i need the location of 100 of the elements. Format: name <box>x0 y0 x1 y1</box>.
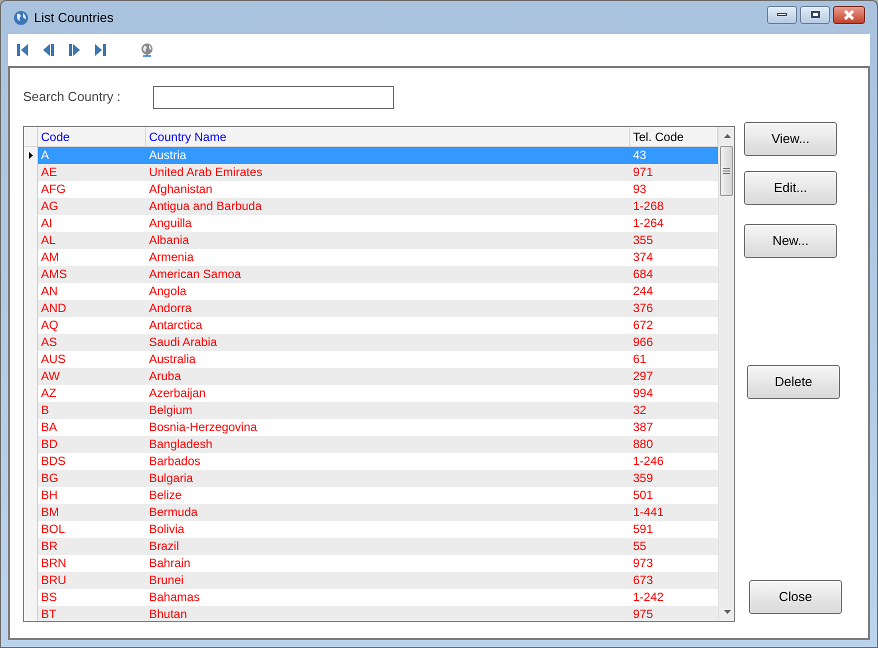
table-cell-text: AE <box>40 164 58 181</box>
minimize-button[interactable] <box>767 6 797 24</box>
next-button[interactable] <box>68 42 82 58</box>
table-cell-text: BRU <box>40 572 68 589</box>
table-row[interactable]: AND Andorra 376 <box>24 300 718 317</box>
table-cell-text: Australia <box>148 351 197 368</box>
table-cell-text: Albania <box>148 232 190 249</box>
table-cell-text: Austria <box>148 147 188 164</box>
table-cell-text: BA <box>40 419 58 436</box>
edit-button[interactable]: Edit... <box>744 171 837 205</box>
table-cell-text: Afghanistan <box>148 181 214 198</box>
first-button[interactable] <box>16 42 30 58</box>
table-cell-text: Anguilla <box>148 215 193 232</box>
table-cell-text: AI <box>40 215 54 232</box>
row-header[interactable] <box>24 147 38 164</box>
table-row[interactable]: B Belgium 32 <box>24 402 718 419</box>
table-cell-text: AFG <box>40 181 67 198</box>
table-row[interactable]: A Austria 43 <box>24 147 718 164</box>
table-cell-text: 1-242 <box>632 589 665 606</box>
close-button[interactable] <box>833 6 865 24</box>
table-row[interactable]: BOL Bolivia 591 <box>24 521 718 538</box>
table-cell-text: 55 <box>632 538 648 555</box>
table-cell-text: BM <box>40 504 60 521</box>
delete-button[interactable]: Delete <box>747 365 840 399</box>
table-row[interactable]: AFG Afghanistan 93 <box>24 181 718 198</box>
table-row[interactable]: AS Saudi Arabia 966 <box>24 334 718 351</box>
column-header[interactable]: Country Name <box>146 127 630 146</box>
window-title: List Countries <box>34 8 114 27</box>
table-cell-text: Andorra <box>148 300 193 317</box>
table-row[interactable]: BRU Brunei 673 <box>24 572 718 589</box>
table-cell-text: BRN <box>40 555 68 572</box>
table-row[interactable]: BH Belize 501 <box>24 487 718 504</box>
close-button[interactable]: Close <box>749 580 842 614</box>
new-button[interactable]: New... <box>744 224 837 258</box>
table-cell-text: AND <box>40 300 68 317</box>
table-row[interactable]: BG Bulgaria 359 <box>24 470 718 487</box>
table-cell-text: 1-441 <box>632 504 665 521</box>
table-cell-text: Antigua and Barbuda <box>148 198 263 215</box>
table-row[interactable]: BR Brazil 55 <box>24 538 718 555</box>
table-cell-text: Bhutan <box>148 606 188 621</box>
table-row[interactable]: AMS American Samoa 684 <box>24 266 718 283</box>
table-cell-text: AG <box>40 198 60 215</box>
table-cell-text: 880 <box>632 436 654 453</box>
table-cell-text: AM <box>40 249 60 266</box>
column-header[interactable]: Code <box>38 127 146 146</box>
table-row[interactable]: AW Aruba 297 <box>24 368 718 385</box>
view-button[interactable]: View... <box>744 122 837 156</box>
table-cell-text: 244 <box>632 283 654 300</box>
table-cell-text: 672 <box>632 317 654 334</box>
previous-button[interactable] <box>42 42 56 58</box>
table-cell-text: Bangladesh <box>148 436 214 453</box>
table-cell-text: 61 <box>632 351 648 368</box>
table-cell-text: AUS <box>40 351 67 368</box>
table-row[interactable]: AG Antigua and Barbuda 1-268 <box>24 198 718 215</box>
table-cell-text: A <box>40 147 50 164</box>
table-row[interactable]: AM Armenia 374 <box>24 249 718 266</box>
globe-button[interactable] <box>140 42 154 58</box>
table-cell-text: AL <box>40 232 57 249</box>
search-field[interactable] <box>153 86 394 108</box>
table-row[interactable]: AQ Antarctica 672 <box>24 317 718 334</box>
scroll-up-icon[interactable] <box>724 134 731 138</box>
table-cell-text: Brazil <box>148 538 180 555</box>
table-row[interactable]: AL Albania 355 <box>24 232 718 249</box>
table-cell-text: AZ <box>40 385 58 402</box>
table-cell-text: 359 <box>632 470 654 487</box>
scroll-thumb[interactable] <box>720 146 733 196</box>
maximize-button[interactable] <box>800 6 830 24</box>
table-cell-text: Aruba <box>148 368 182 385</box>
table-row[interactable]: AE United Arab Emirates 971 <box>24 164 718 181</box>
scroll-down-icon[interactable] <box>724 610 731 614</box>
table-cell-text: Bosnia-Herzegovina <box>148 419 258 436</box>
last-button[interactable] <box>94 42 108 58</box>
table-cell-text: 93 <box>632 181 648 198</box>
table-row[interactable]: AUS Australia 61 <box>24 351 718 368</box>
table-cell-text: BR <box>40 538 59 555</box>
table-cell-text: AMS <box>40 266 68 283</box>
close-icon <box>843 10 855 20</box>
table-cell-text: 501 <box>632 487 654 504</box>
table-row[interactable]: BD Bangladesh 880 <box>24 436 718 453</box>
table-row[interactable]: BDS Barbados 1-246 <box>24 453 718 470</box>
table-cell-text: 32 <box>632 402 648 419</box>
table-cell-text: BOL <box>40 521 66 538</box>
table-row[interactable]: BS Bahamas 1-242 <box>24 589 718 606</box>
table-cell-text: 355 <box>632 232 654 249</box>
table-row[interactable]: BM Bermuda 1-441 <box>24 504 718 521</box>
table-row[interactable]: AI Anguilla 1-264 <box>24 215 718 232</box>
table-cell-text: 374 <box>632 249 654 266</box>
table-row[interactable]: BT Bhutan 975 <box>24 606 718 621</box>
table-cell-text: 673 <box>632 572 654 589</box>
table-cell-text: BS <box>40 589 58 606</box>
table-cell-text: BH <box>40 487 59 504</box>
table-cell-text: 1-264 <box>632 215 665 232</box>
table-row[interactable]: BRN Bahrain 973 <box>24 555 718 572</box>
scrollbar[interactable] <box>718 127 734 621</box>
table-cell-text: 973 <box>632 555 654 572</box>
table-row[interactable]: AN Angola 244 <box>24 283 718 300</box>
table-cell-text: 591 <box>632 521 654 538</box>
table-row[interactable]: BA Bosnia-Herzegovina 387 <box>24 419 718 436</box>
table-cell-text: 994 <box>632 385 654 402</box>
table-row[interactable]: AZ Azerbaijan 994 <box>24 385 718 402</box>
